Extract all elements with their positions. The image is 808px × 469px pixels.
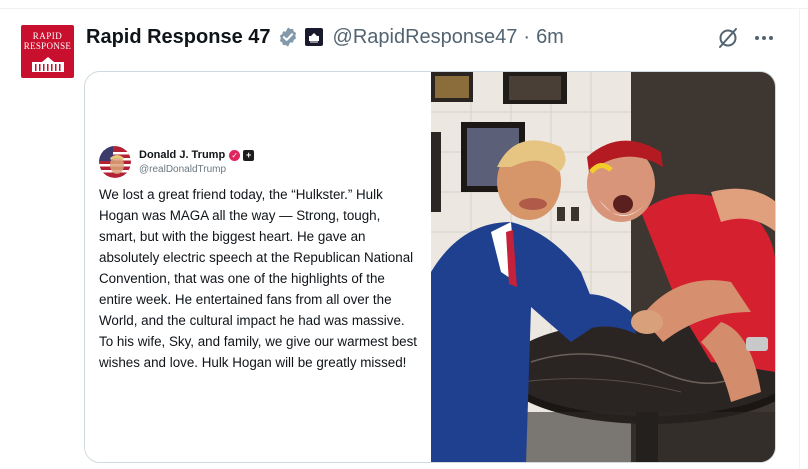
quoted-post-header: Donald J. Trump ✓ + @realDonaldTrump xyxy=(99,146,255,178)
avatar-text-line2: RESPONSE xyxy=(23,41,72,51)
more-dot xyxy=(755,36,759,40)
right-divider xyxy=(799,8,800,469)
quoted-affiliate-icon: + xyxy=(243,149,255,161)
more-dot xyxy=(769,36,773,40)
display-name[interactable]: Rapid Response 47 xyxy=(86,26,271,49)
photo-illustration xyxy=(431,72,775,462)
account-avatar[interactable]: RAPID RESPONSE xyxy=(21,25,74,78)
quoted-handle: @realDonaldTrump xyxy=(139,164,227,175)
top-divider xyxy=(0,8,808,9)
quoted-verified-icon: ✓ xyxy=(229,149,241,161)
more-options-icon[interactable] xyxy=(752,28,776,48)
more-dot xyxy=(762,36,766,40)
affiliate-seal-icon xyxy=(308,33,319,43)
account-handle[interactable]: @RapidResponse47 xyxy=(333,26,518,49)
media-card[interactable]: Donald J. Trump ✓ + @realDonaldTrump We … xyxy=(84,71,776,463)
white-house-icon xyxy=(31,57,64,72)
verified-badge-icon[interactable] xyxy=(277,26,299,48)
quoted-names: Donald J. Trump ✓ + @realDonaldTrump xyxy=(139,149,255,175)
quoted-avatar xyxy=(99,146,131,178)
avatar-text-line1: RAPID xyxy=(32,31,63,41)
arm-wrestling-photo xyxy=(431,72,775,462)
post-timestamp[interactable]: 6m xyxy=(536,26,564,49)
dot-separator: · xyxy=(523,25,531,48)
quoted-display-name: Donald J. Trump xyxy=(139,149,226,161)
grok-icon[interactable] xyxy=(716,26,740,50)
post-header: Rapid Response 47 @RapidResponse47 · 6m xyxy=(86,24,564,50)
quoted-name-row: Donald J. Trump ✓ + xyxy=(139,149,255,161)
quoted-post-text: We lost a great friend today, the “Hulks… xyxy=(99,187,418,370)
white-house-affiliate-icon[interactable] xyxy=(304,28,323,46)
quoted-post-image: Donald J. Trump ✓ + @realDonaldTrump We … xyxy=(85,72,431,462)
